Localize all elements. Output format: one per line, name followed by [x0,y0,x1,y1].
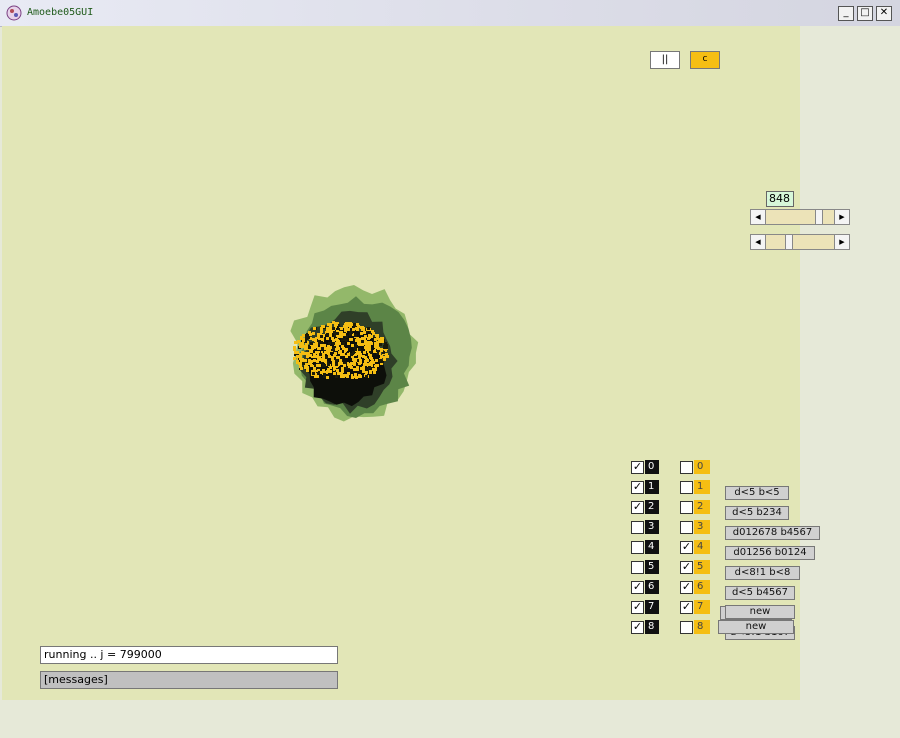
right-label-1: 1 [694,480,710,494]
right-checkbox-7[interactable]: ✓ [680,601,693,614]
left-checkbox-3[interactable] [631,521,644,534]
scroll-right-arrow[interactable]: ▶ [834,235,849,249]
c-button[interactable]: c [690,51,720,69]
amoeba-colony [290,285,419,422]
maximize-button[interactable]: □ [857,6,873,21]
right-checkbox-6[interactable]: ✓ [680,581,693,594]
right-checkbox-2[interactable] [680,501,693,514]
status-field[interactable]: running .. j = 799000 [40,646,338,664]
title-bar[interactable]: Amoebe05GUI _ □ ✕ [0,0,900,27]
left-checkbox-6[interactable]: ✓ [631,581,644,594]
right-label-7: 7 [694,600,710,614]
window-title: Amoebe05GUI [27,7,94,18]
rule-button-6[interactable]: d<5 b4567 [725,586,795,600]
right-checkbox-0[interactable] [680,461,693,474]
left-label-3: 3 [645,520,659,534]
new-rule-button-0[interactable]: new [725,605,795,619]
right-checkbox-3[interactable] [680,521,693,534]
left-label-8: 8 [645,620,659,634]
rule-button-3[interactable]: d012678 b4567 [725,526,820,540]
right-label-6: 6 [694,580,710,594]
left-label-4: 4 [645,540,659,554]
left-label-0: 0 [645,460,659,474]
scroll-right-arrow[interactable]: ▶ [834,210,849,224]
right-label-3: 3 [694,520,710,534]
left-checkbox-7[interactable]: ✓ [631,601,644,614]
left-label-5: 5 [645,560,659,574]
slider-thumb[interactable] [785,235,793,249]
left-checkbox-2[interactable]: ✓ [631,501,644,514]
left-label-2: 2 [645,500,659,514]
left-checkbox-0[interactable]: ✓ [631,461,644,474]
left-checkbox-4[interactable] [631,541,644,554]
rule-button-4[interactable]: d01256 b0124 [725,546,815,560]
right-label-0: 0 [694,460,710,474]
scroll-left-arrow[interactable]: ◀ [751,210,766,224]
scroll-left-arrow[interactable]: ◀ [751,235,766,249]
left-checkbox-8[interactable]: ✓ [631,621,644,634]
right-label-2: 2 [694,500,710,514]
slider-thumb[interactable] [815,210,823,224]
rule-button-2[interactable]: d<5 b234 [725,506,789,520]
speed-slider[interactable]: ◀ ▶ [750,209,850,225]
left-label-6: 6 [645,580,659,594]
right-checkbox-5[interactable]: ✓ [680,561,693,574]
app-icon [6,5,22,21]
new-rule-button-1[interactable]: new [718,620,794,634]
right-checkbox-1[interactable] [680,481,693,494]
minimize-button[interactable]: _ [838,6,854,21]
size-slider[interactable]: ◀ ▶ [750,234,850,250]
right-label-5: 5 [694,560,710,574]
right-label-8: 8 [694,620,710,634]
rule-button-1[interactable]: d<5 b<5 [725,486,789,500]
right-checkbox-8[interactable] [680,621,693,634]
close-button[interactable]: ✕ [876,6,892,21]
pause-button[interactable]: || [650,51,680,69]
right-label-4: 4 [694,540,710,554]
right-checkbox-4[interactable]: ✓ [680,541,693,554]
simulation-canvas[interactable] [2,26,800,700]
left-checkbox-5[interactable] [631,561,644,574]
left-label-1: 1 [645,480,659,494]
left-checkbox-1[interactable]: ✓ [631,481,644,494]
value-field[interactable]: 848 [766,191,794,207]
left-label-7: 7 [645,600,659,614]
right-panel [800,26,900,700]
messages-field[interactable]: [messages] [40,671,338,689]
rule-button-5[interactable]: d<8!1 b<8 [725,566,800,580]
bottom-strip [0,700,900,738]
